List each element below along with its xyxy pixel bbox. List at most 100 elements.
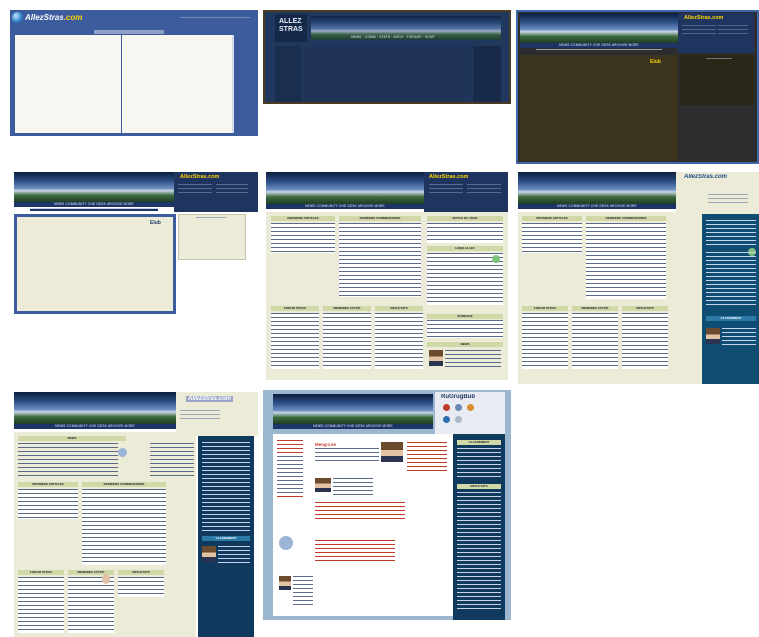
sondage-header: SONDAGE <box>427 314 503 319</box>
header-info <box>708 194 748 204</box>
ball-icon <box>455 404 462 411</box>
match-list <box>427 223 503 243</box>
forum-list <box>522 313 568 369</box>
main-nav[interactable]: NEWS COMMUNITY CHE DESK ARCHIVE MORE <box>14 424 176 429</box>
content-main <box>520 55 678 161</box>
match-photo <box>381 442 403 462</box>
thumbnail-6[interactable]: NEWS COMMUNITY CHE DESK ARCHIVE MORE All… <box>516 168 759 384</box>
header-photo <box>273 394 433 424</box>
match-right-list <box>407 442 447 472</box>
ball-icon <box>492 255 500 263</box>
logo-bottom: STRAS <box>279 26 303 33</box>
player-avatar <box>202 546 216 562</box>
comments-list <box>82 489 166 565</box>
forum-list <box>271 313 319 369</box>
header-info <box>180 410 220 422</box>
forum-header: FORUM STRAS <box>271 306 319 311</box>
thumbnail-8[interactable]: NEWS COMMUNITY CHE DESK ARCHIVE MORE RuG… <box>263 390 511 620</box>
results-header: RESULTATS <box>622 306 668 311</box>
elub-badge: Elub <box>650 59 661 65</box>
sidebar-heading <box>706 58 732 60</box>
feature-list <box>315 540 395 564</box>
thumbnail-4[interactable]: NEWS COMMUNITY CHE DESK ARCHIVE MORE All… <box>10 168 258 324</box>
match-text <box>315 448 379 462</box>
thumbnail-7[interactable]: NEWS COMMUNITY CHE DESK ARCHIVE MORE All… <box>10 388 258 637</box>
main-nav[interactable]: NEWS COMMUNITY CHE DESK ARCHIVE MORE <box>518 204 676 209</box>
site-logo: AllezStras.com <box>186 396 234 402</box>
links-header: LIENS ALLEZ <box>427 246 503 251</box>
article-text <box>333 478 373 496</box>
latest-articles-header: DERNIERS ARTICLES <box>522 216 582 221</box>
sidebar-news <box>218 546 250 564</box>
header-photo <box>14 392 176 424</box>
header-info-2 <box>718 25 748 37</box>
news-text <box>445 350 501 368</box>
elub-badge: Elub <box>150 220 161 226</box>
main-nav[interactable]: NEWS COMMUNITY CHE DESK ARCHIVE MORE <box>273 424 433 429</box>
site-logo: AllezStras.com <box>25 13 83 22</box>
latest-articles-list <box>522 223 582 253</box>
main-nav[interactable]: NEWS COMMUNITY CHE DESK ARCHIVE MORE <box>266 204 424 209</box>
sondage-list <box>427 320 503 338</box>
player-icon <box>102 574 110 584</box>
content-divider <box>232 35 234 133</box>
sub-nav <box>536 49 662 52</box>
sidebar-right <box>473 46 501 102</box>
player-avatar <box>706 328 720 344</box>
members-list <box>323 313 371 369</box>
sidebar-heading-2: RESULTATS <box>457 484 501 489</box>
header-photo <box>520 13 678 43</box>
results-list <box>375 313 423 369</box>
player-avatar <box>279 576 291 590</box>
player-avatar <box>429 350 443 366</box>
thumbnail-1[interactable]: AllezStras.com <box>10 10 258 136</box>
article-photo <box>315 478 331 492</box>
header-info <box>682 25 716 37</box>
comments-list <box>586 223 666 299</box>
classement-header: CLASSEMENT <box>706 316 756 321</box>
whistle-icon <box>443 416 450 423</box>
main-nav[interactable]: NEWS COMMUNITY CHE DESK ARCHIVE MORE <box>14 202 174 207</box>
news-header: NEWS <box>427 342 503 347</box>
thumbnail-3[interactable]: NEWS COMMUNITY CHE DESK ARCHIVE MORE All… <box>516 10 759 164</box>
results-list <box>622 313 668 369</box>
left-list <box>277 456 303 496</box>
latest-articles-list <box>271 223 335 253</box>
members-header: MEMBRES ACTIFS <box>572 306 618 311</box>
forum-list <box>18 577 64 633</box>
star-icon <box>467 404 474 411</box>
sidebar-right <box>680 55 754 105</box>
site-logo: AllezStras.com <box>684 174 728 180</box>
sidebar-list-2 <box>706 252 756 306</box>
logo-top: ALLEZ <box>279 18 302 25</box>
comments-header: DERNIERS COMMENTAIRES <box>82 482 166 487</box>
comments-header: DERNIERS COMMENTAIRES <box>339 216 421 221</box>
header-info-2 <box>467 184 501 196</box>
results-header: RESULTATS <box>375 306 423 311</box>
sidebar-news <box>722 328 756 346</box>
latest-articles-header: DERNIERS ARTICLES <box>271 216 335 221</box>
thumbnail-2[interactable]: ALLEZ STRAS NEWS · COMM · STATS · ARCH ·… <box>263 10 511 104</box>
content-panel-right <box>122 35 232 133</box>
ball-icon <box>118 448 127 457</box>
thumbnail-5[interactable]: NEWS COMMUNITY CHE DESK ARCHIVE MORE All… <box>263 168 511 382</box>
latest-articles-header: DERNIERS ARTICLES <box>18 482 78 487</box>
sidebar-heading-1: CLASSEMENT <box>457 440 501 445</box>
match-title: Meng-Lee <box>315 442 337 447</box>
header-photo <box>518 172 676 204</box>
sidebar-left <box>275 46 301 102</box>
article-list <box>315 502 405 522</box>
main-nav[interactable]: NEWS · COMM · STATS · ARCH · FORUMS · SH… <box>323 35 463 40</box>
members-list <box>68 577 114 633</box>
content-panel-left <box>15 35 121 133</box>
sidebar-list-1 <box>202 442 250 532</box>
globe-icon <box>12 12 23 23</box>
main-nav[interactable]: NEWS COMMUNITY CHE DESK ARCHIVE MORE <box>520 43 678 48</box>
header-info <box>429 184 463 196</box>
design-gallery: { "site_name": "AllezStras", "site_domai… <box>0 0 759 637</box>
results-header: RESULTATS <box>118 570 164 575</box>
match-header: MATCH DU JOUR <box>427 216 503 221</box>
header-info-2 <box>216 184 248 196</box>
sidebar-heading <box>196 217 226 219</box>
site-logo: RuGrugBub <box>441 394 475 400</box>
